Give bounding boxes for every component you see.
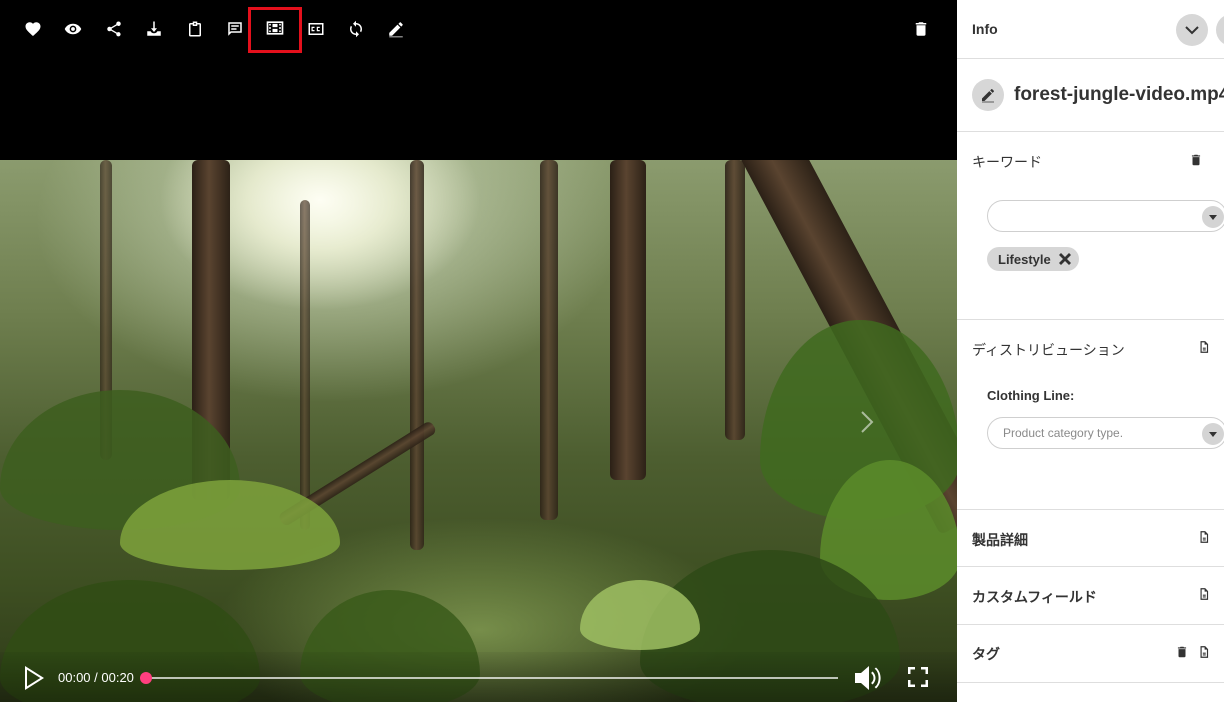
comment-icon bbox=[226, 20, 244, 43]
rename-button[interactable] bbox=[972, 79, 1004, 111]
close-icon bbox=[1058, 253, 1071, 265]
remove-tag-button[interactable] bbox=[1058, 253, 1071, 265]
panel-header: Info bbox=[957, 0, 1224, 59]
asset-filename: forest-jungle-video.mp4 bbox=[1014, 84, 1224, 105]
collapse-button[interactable] bbox=[1176, 14, 1208, 46]
captions-button[interactable] bbox=[300, 14, 332, 48]
action-toolbar bbox=[0, 0, 957, 62]
play-button[interactable] bbox=[22, 665, 46, 691]
keywords-input[interactable] bbox=[987, 200, 1224, 232]
clothing-line-placeholder: Product category type. bbox=[1003, 426, 1124, 440]
media-viewer: 00:00 / 00:20 bbox=[0, 0, 957, 702]
fullscreen-icon bbox=[908, 667, 928, 687]
tags-section[interactable]: タグ bbox=[957, 625, 1224, 683]
keywords-section: キーワード Lifestyle bbox=[957, 132, 1224, 320]
trash-icon bbox=[1191, 154, 1201, 166]
document-icon bbox=[1200, 588, 1209, 600]
pencil-icon bbox=[387, 20, 405, 43]
share-button[interactable] bbox=[98, 14, 130, 48]
preview-button[interactable] bbox=[57, 14, 89, 48]
keywords-dropdown-button[interactable] bbox=[1202, 206, 1224, 228]
asset-viewer-app: 00:00 / 00:20 Info forest-jungle-video.m… bbox=[0, 0, 1224, 702]
video-frames-button[interactable] bbox=[248, 7, 302, 53]
pencil-icon bbox=[982, 89, 994, 103]
distribution-copy-button[interactable] bbox=[1197, 339, 1213, 355]
keywords-title: キーワード bbox=[972, 154, 1042, 170]
product-details-copy-button[interactable] bbox=[1197, 529, 1213, 545]
refresh-button[interactable] bbox=[340, 14, 372, 48]
panel-title: Info bbox=[972, 21, 998, 37]
clipboard-icon bbox=[186, 20, 204, 43]
custom-fields-section[interactable]: カスタムフィールド bbox=[957, 567, 1224, 625]
edit-button[interactable] bbox=[380, 14, 412, 48]
distribution-section: ディストリビューション Clothing Line: Product categ… bbox=[957, 320, 1224, 510]
closed-captions-icon bbox=[307, 20, 325, 43]
document-icon bbox=[1200, 646, 1209, 658]
sync-icon bbox=[347, 20, 365, 43]
share-icon bbox=[105, 20, 123, 43]
custom-fields-copy-button[interactable] bbox=[1197, 586, 1213, 602]
keyword-tag-label: Lifestyle bbox=[998, 251, 1051, 267]
keyword-tag: Lifestyle bbox=[987, 247, 1079, 271]
clothing-line-select[interactable]: Product category type. bbox=[987, 417, 1224, 449]
tags-delete-button[interactable] bbox=[1175, 644, 1191, 660]
volume-icon bbox=[855, 666, 881, 690]
fullscreen-button[interactable] bbox=[907, 666, 931, 690]
asset-name-row: forest-jungle-video.mp4 bbox=[957, 59, 1224, 132]
volume-button[interactable] bbox=[853, 664, 883, 692]
tags-title: タグ bbox=[972, 646, 1000, 662]
chevron-right-icon[interactable] bbox=[858, 410, 876, 434]
time-display: 00:00 / 00:20 bbox=[58, 670, 134, 685]
panel-more-button[interactable] bbox=[1216, 14, 1224, 46]
download-icon bbox=[145, 20, 163, 43]
play-icon bbox=[25, 666, 44, 690]
tags-copy-button[interactable] bbox=[1197, 644, 1213, 660]
download-button[interactable] bbox=[138, 14, 170, 48]
product-details-title: 製品詳細 bbox=[972, 532, 1028, 548]
document-icon bbox=[1200, 531, 1209, 543]
progress-scrubber[interactable] bbox=[140, 672, 152, 684]
eye-icon bbox=[64, 20, 82, 43]
trash-icon bbox=[1177, 646, 1187, 658]
distribution-title: ディストリビューション bbox=[972, 342, 1125, 358]
progress-bar[interactable] bbox=[140, 672, 838, 684]
caret-down-icon bbox=[1209, 432, 1217, 437]
custom-fields-title: カスタムフィールド bbox=[972, 589, 1097, 605]
info-panel: Info forest-jungle-video.mp4 キーワード Lifes… bbox=[957, 0, 1224, 702]
delete-button[interactable] bbox=[905, 14, 937, 48]
keywords-delete-button[interactable] bbox=[1189, 152, 1205, 168]
document-icon bbox=[1200, 341, 1209, 353]
film-icon bbox=[265, 18, 285, 43]
player-controls: 00:00 / 00:20 bbox=[0, 652, 957, 702]
trash-icon bbox=[912, 20, 930, 43]
caret-down-icon bbox=[1209, 215, 1217, 220]
clipboard-button[interactable] bbox=[179, 14, 211, 48]
clothing-line-label: Clothing Line: bbox=[987, 388, 1075, 403]
chevron-down-icon bbox=[1185, 26, 1199, 35]
clothing-line-dropdown-button[interactable] bbox=[1202, 423, 1224, 445]
product-details-section[interactable]: 製品詳細 bbox=[957, 510, 1224, 567]
favorite-button[interactable] bbox=[17, 14, 49, 48]
comment-button[interactable] bbox=[219, 14, 251, 48]
video-player[interactable] bbox=[0, 160, 957, 702]
heart-icon bbox=[24, 20, 42, 43]
